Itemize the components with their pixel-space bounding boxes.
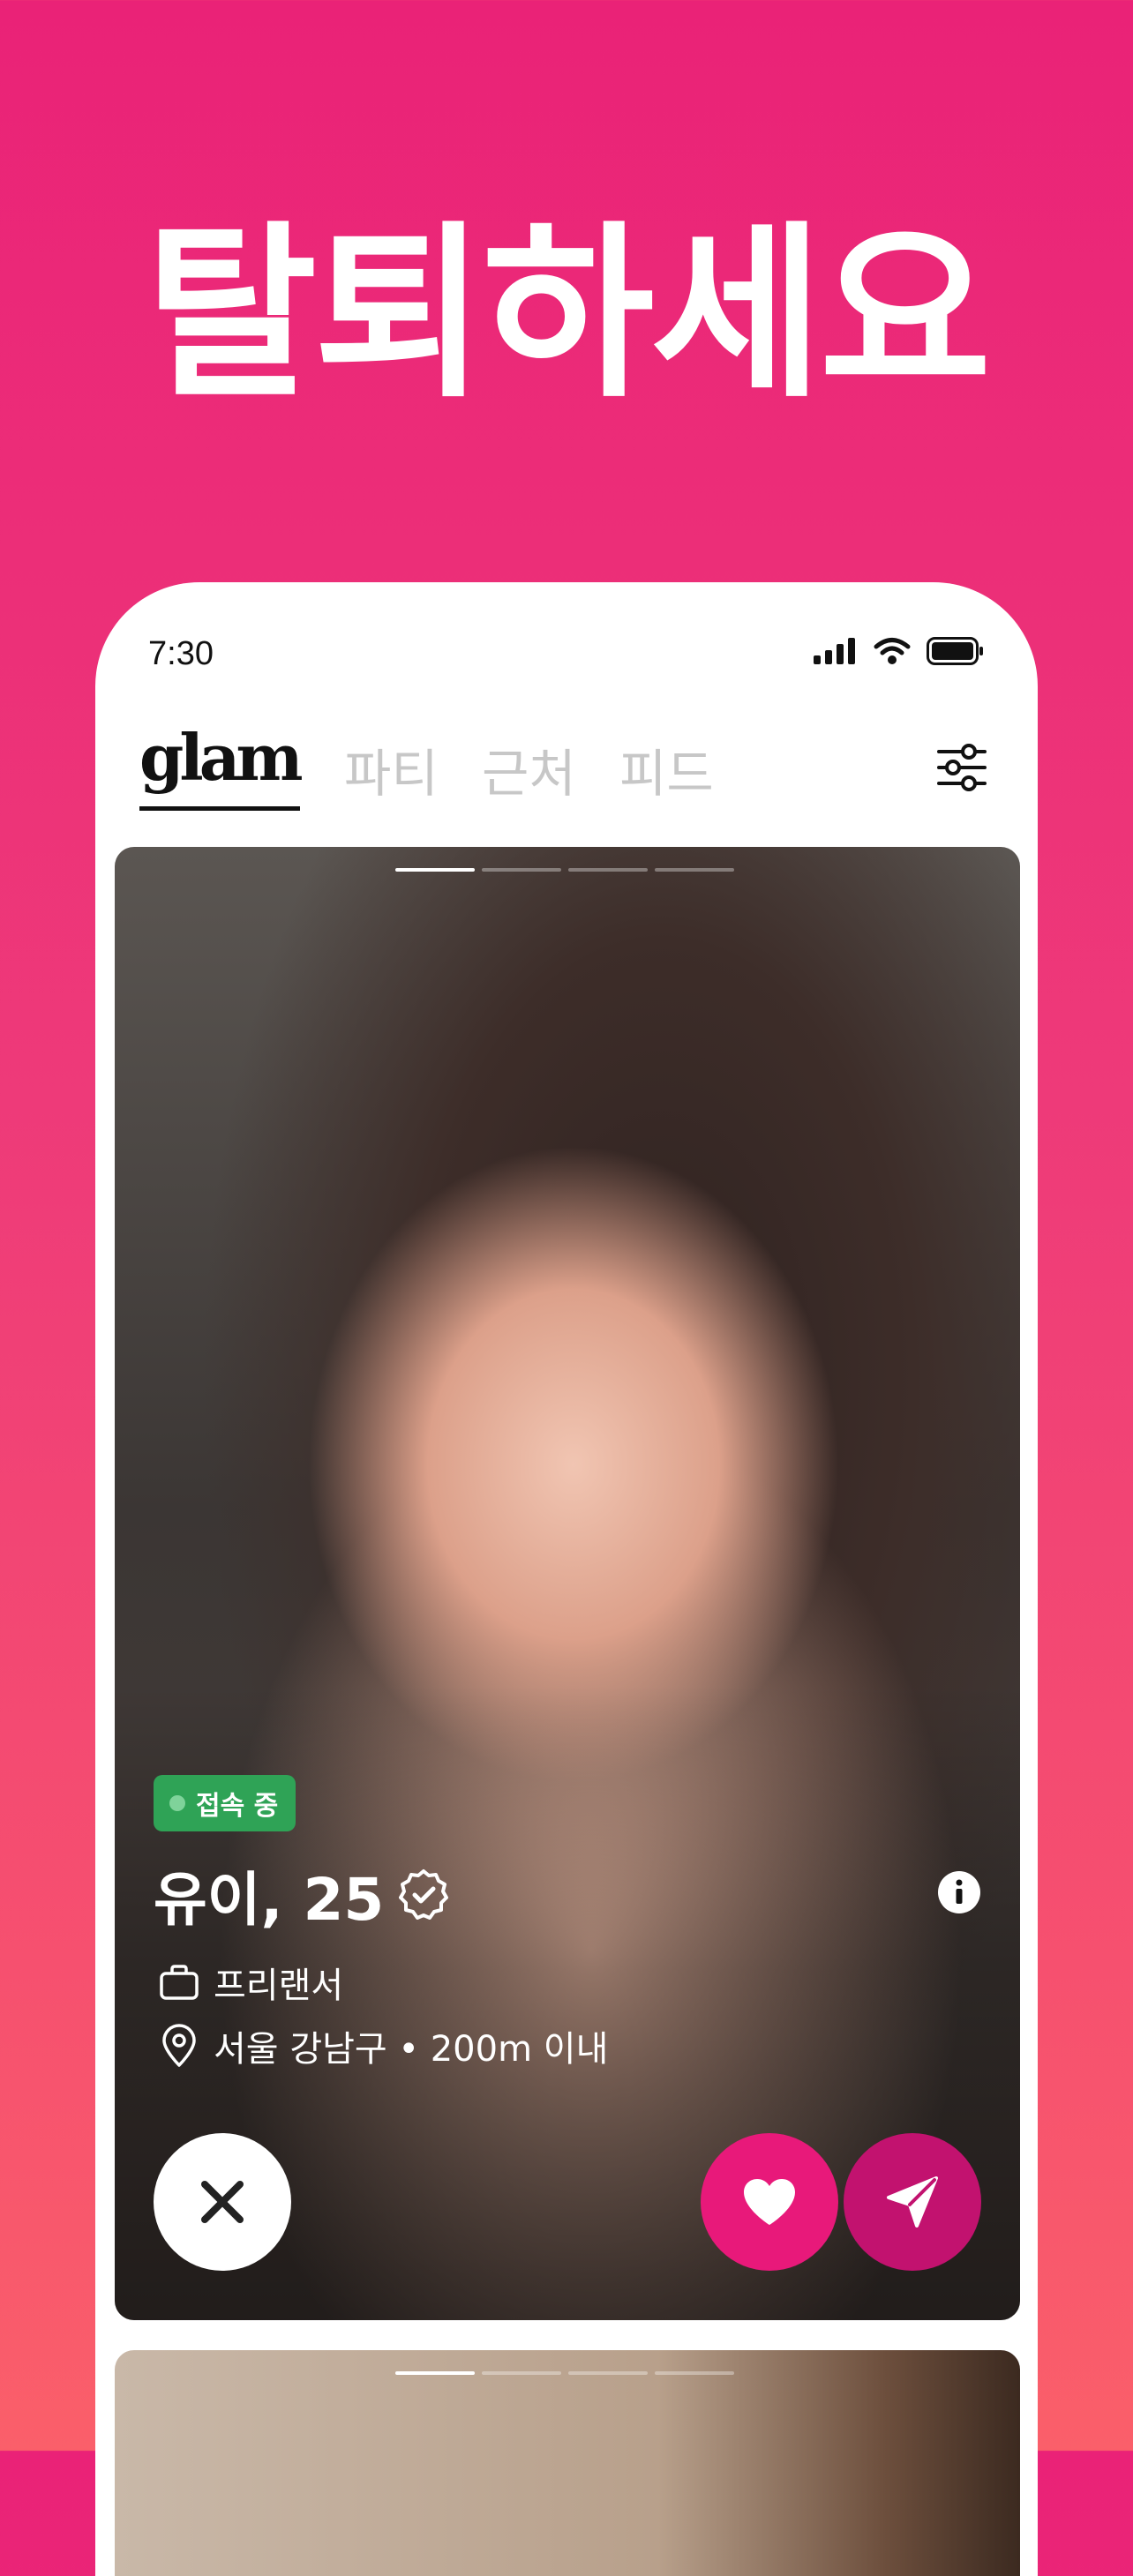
promo-headline: 탈퇴하세요	[145, 205, 991, 423]
photo-indicator-4	[655, 868, 734, 872]
tab-feed[interactable]: 피드	[619, 732, 714, 806]
photo-indicator-3	[568, 2371, 648, 2375]
photo-indicator-1	[395, 2371, 475, 2375]
photo-indicator-2	[482, 2371, 561, 2375]
send-icon	[887, 2176, 938, 2228]
photo-indicator-3	[568, 868, 648, 872]
briefcase-icon	[160, 1965, 199, 2000]
sliders-icon[interactable]	[934, 739, 990, 796]
heart-icon	[744, 2179, 795, 2225]
tab-party[interactable]: 파티	[344, 732, 439, 806]
glam-logo[interactable]: glam	[139, 720, 304, 795]
message-button[interactable]	[844, 2133, 981, 2271]
profile-card[interactable]: 접속 중 유이, 25 프리랜서 서울 강남구 • 200m 이내	[115, 847, 1020, 2320]
battery-icon	[927, 637, 983, 665]
signal-icon	[814, 638, 855, 664]
info-icon[interactable]	[937, 1870, 981, 1914]
photo-page-indicator	[395, 868, 734, 872]
phone-frame: 7:30 glam 파티 근처 피드 접속 중 유이, 25 프리랜서 서울 강…	[95, 582, 1038, 2576]
pass-button[interactable]	[154, 2133, 291, 2271]
profile-name-age: 유이, 25	[154, 1866, 385, 1934]
active-tab-underline	[139, 806, 300, 811]
occupation-row: 프리랜서	[159, 1957, 343, 2008]
status-time: 7:30	[148, 635, 214, 672]
photo-indicator-4	[655, 2371, 734, 2375]
location-row: 서울 강남구 • 200m 이내	[159, 2020, 608, 2071]
online-status-label: 접속 중	[196, 1791, 279, 1822]
status-icons	[814, 637, 985, 665]
tab-nearby[interactable]: 근처	[482, 732, 576, 806]
location-pin-icon	[162, 2024, 196, 2067]
verified-badge-icon	[399, 1869, 449, 1920]
online-dot-icon	[169, 1795, 185, 1811]
photo-page-indicator	[395, 2371, 734, 2375]
wifi-icon	[874, 638, 911, 664]
photo-indicator-1	[395, 868, 475, 872]
next-profile-card[interactable]	[115, 2350, 1020, 2576]
occupation-text: 프리랜서	[214, 1966, 344, 2006]
name-row: 유이, 25	[154, 1853, 451, 1937]
online-status-badge: 접속 중	[154, 1775, 296, 1831]
location-text: 서울 강남구 • 200m 이내	[214, 2029, 609, 2070]
top-nav: glam 파티 근처 피드	[139, 715, 1002, 820]
close-icon	[201, 2181, 244, 2223]
photo-indicator-2	[482, 868, 561, 872]
like-button[interactable]	[701, 2133, 838, 2271]
